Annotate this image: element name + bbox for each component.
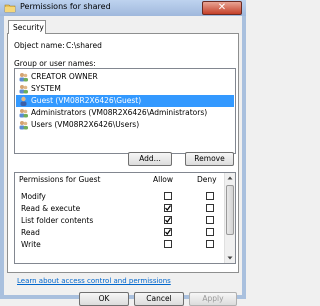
list-item[interactable]: Administrators (VM08R2X6426\Administrato…: [16, 107, 234, 119]
cancel-button[interactable]: Cancel: [134, 292, 184, 306]
ok-button[interactable]: OK: [79, 292, 129, 306]
apply-button[interactable]: Apply: [189, 292, 237, 306]
group-icon: [19, 121, 28, 130]
folder-icon: [4, 4, 16, 13]
close-button[interactable]: ✕: [202, 1, 242, 15]
list-item-selected[interactable]: Guest (VM08R2X6426\Guest): [16, 95, 234, 107]
users-list[interactable]: CREATOR OWNER SYSTEM Guest (VM08R2X6426\…: [14, 68, 236, 154]
title-bar[interactable]: Permissions for shared ✕: [0, 0, 246, 16]
permissions-table: Permissions for Guest Allow Deny Modify …: [14, 172, 236, 264]
permission-row: Read: [15, 226, 225, 238]
checkmark-icon: [165, 229, 171, 235]
add-button[interactable]: Add...: [128, 152, 172, 166]
allow-checkbox[interactable]: [164, 228, 172, 236]
deny-column-header: Deny: [197, 175, 217, 184]
list-item[interactable]: CREATOR OWNER: [16, 71, 234, 83]
remove-button[interactable]: Remove: [185, 152, 234, 166]
list-item-label: Administrators (VM08R2X6426\Administrato…: [31, 108, 208, 117]
permission-name: Write: [21, 240, 41, 249]
permission-name: List folder contents: [21, 216, 94, 225]
permissions-header-row: Permissions for Guest Allow Deny: [15, 175, 225, 185]
tab-label: Security: [13, 23, 44, 32]
list-item-label: CREATOR OWNER: [31, 72, 98, 81]
access-control-help-link[interactable]: Learn about access control and permissio…: [17, 277, 171, 285]
object-name-value: C:\shared: [66, 41, 102, 50]
allow-checkbox[interactable]: [164, 204, 172, 212]
checkmark-icon: [165, 205, 171, 211]
deny-checkbox[interactable]: [206, 192, 214, 200]
deny-checkbox[interactable]: [206, 216, 214, 224]
allow-checkbox[interactable]: [164, 216, 172, 224]
allow-checkbox[interactable]: [164, 192, 172, 200]
scroll-down-icon[interactable]: [225, 253, 235, 263]
permissions-dialog: Permissions for shared ✕ Security Object…: [0, 0, 246, 306]
permission-name: Modify: [21, 192, 46, 201]
list-item-label: Guest (VM08R2X6426\Guest): [31, 96, 142, 105]
list-item-label: SYSTEM: [31, 84, 61, 93]
window-title: Permissions for shared: [20, 2, 111, 11]
tab-security[interactable]: Security: [8, 20, 46, 34]
group-icon: [19, 109, 28, 118]
dialog-client-area: Security Object name: C:\shared Group or…: [4, 16, 242, 306]
deny-checkbox[interactable]: [206, 204, 214, 212]
permission-row: Write: [15, 238, 225, 250]
deny-checkbox[interactable]: [206, 240, 214, 248]
list-item[interactable]: Users (VM08R2X6426\Users): [16, 119, 234, 131]
scroll-up-icon[interactable]: [225, 173, 235, 183]
group-user-names-label: Group or user names:: [14, 59, 96, 68]
scrollbar-thumb[interactable]: [226, 185, 234, 235]
permission-row: List folder contents: [15, 214, 225, 226]
permission-row: Modify: [15, 190, 225, 202]
permissions-header: Permissions for Guest: [19, 175, 101, 184]
deny-checkbox[interactable]: [206, 228, 214, 236]
permission-row: Read & execute: [15, 202, 225, 214]
vertical-scrollbar[interactable]: [224, 173, 235, 263]
group-icon: [19, 85, 28, 94]
user-icon: [20, 96, 27, 106]
allow-checkbox[interactable]: [164, 240, 172, 248]
checkmark-icon: [165, 217, 171, 223]
list-item-label: Users (VM08R2X6426\Users): [31, 120, 140, 129]
allow-column-header: Allow: [153, 175, 174, 184]
list-item[interactable]: SYSTEM: [16, 83, 234, 95]
object-name-label: Object name:: [14, 41, 65, 50]
permission-name: Read & execute: [21, 204, 81, 213]
close-icon: ✕: [217, 2, 227, 13]
group-icon: [19, 73, 28, 82]
permission-name: Read: [21, 228, 40, 237]
